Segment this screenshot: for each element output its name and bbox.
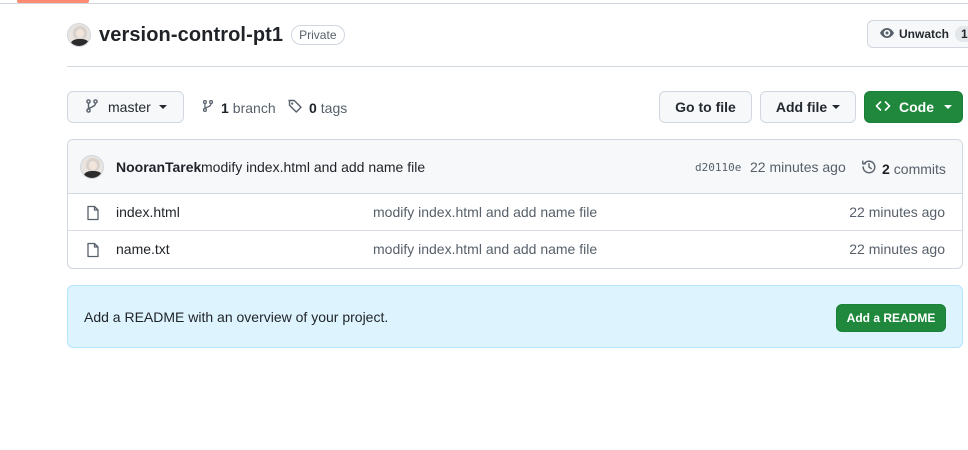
unwatch-button[interactable]: Unwatch 1 [867,20,968,48]
tags-label: tags [320,99,348,116]
file-row: name.txt modify index.html and add name … [68,231,962,268]
latest-commit-bar: NooranTarek modify index.html and add na… [68,140,962,194]
branch-selector[interactable]: master [67,91,184,123]
branches-link[interactable]: 1 branch [201,98,276,117]
chevron-down-icon [158,105,167,109]
commit-time: 22 minutes ago [750,159,846,175]
commit-author-avatar[interactable] [80,155,104,179]
file-icon [85,205,101,224]
git-branch-icon [84,98,100,117]
add-readme-button[interactable]: Add a README [836,304,946,332]
commit-message[interactable]: modify index.html and add name file [201,159,425,175]
file-commit-time: 22 minutes ago [849,241,945,257]
visibility-badge: Private [291,25,345,45]
git-branch-icon [201,98,215,117]
eye-icon [879,25,895,44]
commits-count: 2 [882,160,890,177]
branches-count: 1 [221,99,229,116]
repo-name[interactable]: version-control-pt1 [99,24,283,47]
code-label: Code [899,99,934,115]
readme-prompt: Add a README with an overview of your pr… [84,309,389,325]
commits-label: commits [893,160,946,177]
header-divider [67,66,968,67]
go-to-file-button[interactable]: Go to file [659,91,752,123]
active-tab-indicator [17,0,89,3]
watchers-count: 1 [955,26,968,42]
commits-history-link[interactable]: 2 commits [861,159,946,178]
branches-label: branch [232,99,276,116]
branch-name: master [108,99,151,115]
repo-header: version-control-pt1 Private [67,18,345,52]
code-button[interactable]: Code [864,91,963,123]
history-icon [861,159,877,178]
file-row: index.html modify index.html and add nam… [68,194,962,231]
tags-link[interactable]: 0 tags [287,98,347,117]
tags-count: 0 [309,99,317,116]
commit-author[interactable]: NooranTarek [116,159,201,175]
readme-banner: Add a README with an overview of your pr… [67,285,963,348]
add-file-label: Add file [775,99,828,115]
owner-avatar[interactable] [67,23,91,47]
file-icon [85,242,101,261]
file-name[interactable]: name.txt [116,241,170,257]
chevron-down-icon [832,105,841,109]
unwatch-label: Unwatch [899,27,950,41]
chevron-down-icon [944,105,952,109]
file-commit-message[interactable]: modify index.html and add name file [373,204,597,220]
file-commit-message[interactable]: modify index.html and add name file [373,241,597,257]
file-name[interactable]: index.html [116,204,180,220]
code-icon [875,98,891,117]
top-nav-border [0,0,968,4]
tag-icon [287,98,303,117]
file-commit-time: 22 minutes ago [849,204,945,220]
file-list: NooranTarek modify index.html and add na… [67,139,963,269]
add-file-button[interactable]: Add file [760,91,856,123]
commit-sha[interactable]: d20110e [695,161,741,174]
